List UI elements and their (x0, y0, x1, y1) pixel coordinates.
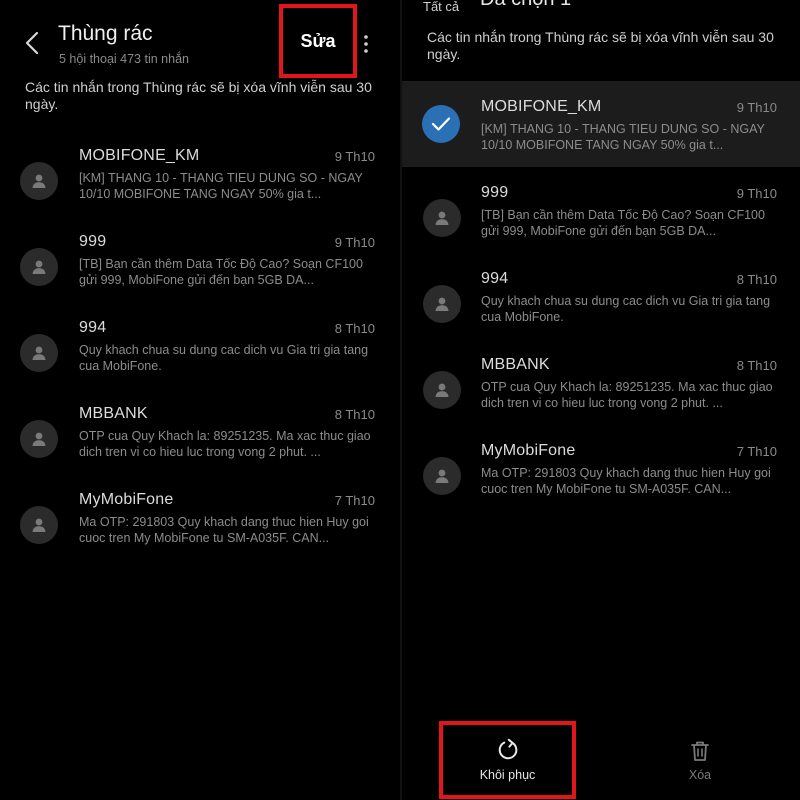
sender-name: MBBANK (79, 405, 148, 422)
message-preview: [KM] THANG 10 - THANG TIEU DUNG SO - NGA… (481, 122, 765, 152)
message-preview: Quy khach chua su dung cac dich vu Gia t… (79, 343, 369, 373)
sender-name: 999 (481, 184, 509, 201)
message-date: 7 Th10 (334, 493, 375, 508)
restore-label: Khôi phục (479, 768, 536, 782)
avatar (20, 506, 58, 544)
message-date: 7 Th10 (736, 444, 777, 459)
message-date: 8 Th10 (736, 272, 777, 287)
message-preview: Ma OTP: 291803 Quy khach dang thuc hien … (481, 466, 771, 496)
message-preview: OTP cua Quy Khach la: 89251235. Ma xac t… (79, 429, 371, 459)
delete-label: Xóa (688, 768, 712, 782)
selection-checkbox[interactable] (423, 371, 461, 409)
trash-list-screen: Thùng rác 5 hội thoại 473 tin nhắn Sửa C… (0, 0, 400, 800)
message-preview: Quy khach chua su dung cac dich vu Gia t… (481, 294, 771, 324)
conversation-item[interactable]: 999 9 Th10 [TB] Bạn cần thêm Data Tốc Độ… (0, 233, 400, 319)
conversation-item[interactable]: 994 8 Th10 Quy khach chua su dung cac di… (402, 270, 800, 356)
selection-checkbox[interactable] (422, 105, 460, 143)
back-button[interactable] (18, 26, 46, 60)
conversation-item[interactable]: MOBIFONE_KM 9 Th10 [KM] THANG 10 - THANG… (0, 147, 400, 233)
more-options-button[interactable] (360, 30, 372, 58)
conversation-item[interactable]: MBBANK 8 Th10 OTP cua Quy Khach la: 8925… (402, 356, 800, 442)
message-preview: OTP cua Quy Khach la: 89251235. Ma xac t… (481, 380, 773, 410)
sender-name: 994 (79, 319, 107, 336)
sender-name: MyMobiFone (79, 491, 174, 508)
selection-checkbox[interactable] (423, 285, 461, 323)
message-date: 8 Th10 (736, 358, 777, 373)
person-icon (32, 432, 46, 446)
delete-button[interactable]: Xóa (667, 736, 733, 786)
person-icon (435, 383, 449, 397)
restore-button[interactable]: Khôi phục (439, 721, 576, 799)
edit-button[interactable]: Sửa (279, 4, 357, 78)
selected-count: Đã chọn 1 (480, 0, 571, 11)
conversation-item-selected[interactable]: MOBIFONE_KM 9 Th10 [KM] THANG 10 - THANG… (402, 81, 800, 167)
avatar (20, 334, 58, 372)
message-preview: Ma OTP: 291803 Quy khach dang thuc hien … (79, 515, 369, 545)
sender-name: MOBIFONE_KM (481, 98, 602, 115)
sender-name: 994 (481, 270, 509, 287)
page-title: Thùng rác (58, 22, 153, 45)
sender-name: MyMobiFone (481, 442, 576, 459)
page-subtitle: 5 hội thoại 473 tin nhắn (59, 52, 189, 66)
conversation-item[interactable]: MyMobiFone 7 Th10 Ma OTP: 291803 Quy kha… (0, 491, 400, 577)
message-date: 9 Th10 (736, 100, 777, 115)
message-date: 8 Th10 (334, 407, 375, 422)
person-icon (435, 211, 449, 225)
trash-notice: Các tin nhắn trong Thùng rác sẽ bị xóa v… (25, 79, 372, 112)
person-icon (435, 297, 449, 311)
avatar (20, 420, 58, 458)
more-vert-icon (364, 35, 368, 53)
trash-icon (691, 741, 709, 761)
conversation-item[interactable]: 994 8 Th10 Quy khach chua su dung cac di… (0, 319, 400, 405)
trash-notice: Các tin nhắn trong Thùng rác sẽ bị xóa v… (427, 29, 774, 62)
sender-name: 999 (79, 233, 107, 250)
restore-icon (498, 738, 517, 760)
message-preview: [TB] Bạn cần thêm Data Tốc Độ Cao? Soạn … (79, 257, 363, 287)
conversation-item[interactable]: 999 9 Th10 [TB] Bạn cần thêm Data Tốc Độ… (402, 184, 800, 270)
message-preview: [TB] Bạn cần thêm Data Tốc Độ Cao? Soạn … (481, 208, 765, 238)
message-date: 8 Th10 (334, 321, 375, 336)
message-date: 9 Th10 (334, 149, 375, 164)
message-date: 9 Th10 (334, 235, 375, 250)
message-preview: [KM] THANG 10 - THANG TIEU DUNG SO - NGA… (79, 171, 363, 201)
back-arrow-icon (25, 31, 39, 55)
person-icon (32, 174, 46, 188)
selection-checkbox[interactable] (423, 457, 461, 495)
selection-checkbox[interactable] (423, 199, 461, 237)
trash-select-screen: Tất cả Đã chọn 1 Các tin nhắn trong Thùn… (400, 0, 800, 800)
conversation-item[interactable]: MBBANK 8 Th10 OTP cua Quy Khach la: 8925… (0, 405, 400, 491)
select-all-label[interactable]: Tất cả (423, 0, 459, 14)
conversation-item[interactable]: MyMobiFone 7 Th10 Ma OTP: 291803 Quy kha… (402, 442, 800, 528)
sender-name: MBBANK (481, 356, 550, 373)
person-icon (32, 260, 46, 274)
person-icon (32, 346, 46, 360)
message-date: 9 Th10 (736, 186, 777, 201)
sender-name: MOBIFONE_KM (79, 147, 200, 164)
person-icon (32, 518, 46, 532)
avatar (20, 162, 58, 200)
check-icon (431, 117, 451, 131)
avatar (20, 248, 58, 286)
person-icon (435, 469, 449, 483)
